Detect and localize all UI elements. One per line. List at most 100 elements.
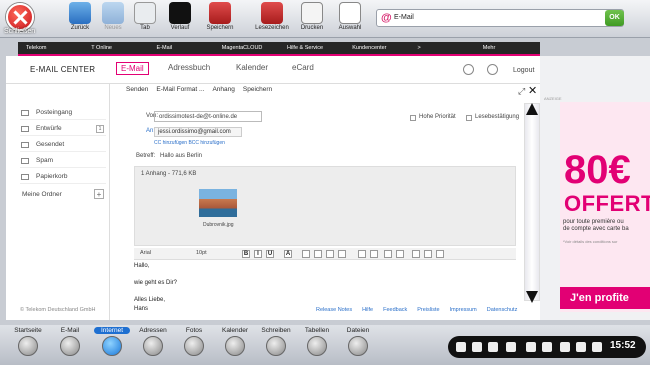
tab-email[interactable]: E-Mail — [116, 62, 149, 75]
battery-icon[interactable] — [488, 342, 498, 352]
save-button[interactable]: Speichern — [200, 2, 240, 36]
scroll-up-icon[interactable] — [526, 103, 538, 115]
lifebuoy-icon[interactable] — [592, 342, 602, 352]
taskbar-internet[interactable]: Internet — [94, 327, 130, 356]
taskbar-addresses[interactable]: Adressen — [135, 327, 171, 356]
nav-item[interactable]: Kundencenter — [344, 45, 409, 51]
receipt-label: Lesebestätigung — [475, 114, 520, 120]
attach-button[interactable]: Anhang — [212, 86, 234, 93]
text-color-button[interactable]: A — [284, 250, 292, 258]
scrollbar-track[interactable] — [524, 103, 540, 301]
save-draft-button[interactable]: Speichern — [243, 86, 272, 93]
format-button[interactable]: E-Mail Format ... — [156, 86, 204, 93]
justify-button[interactable] — [338, 250, 346, 258]
nav-item[interactable]: MagentaCLOUD — [214, 45, 279, 51]
footer-link[interactable]: Datenschutz — [487, 307, 518, 313]
bookmarks-button[interactable]: Lesezeichen — [252, 2, 292, 36]
undo-icon[interactable] — [560, 342, 570, 352]
attachment-thumbnail[interactable] — [199, 189, 237, 217]
footer-link[interactable]: Feedback — [383, 307, 407, 313]
taskbar-email[interactable]: E-Mail — [52, 327, 88, 356]
logout-link[interactable]: Logout — [513, 67, 534, 74]
scroll-down-icon[interactable] — [526, 291, 538, 303]
align-right-button[interactable] — [326, 250, 334, 258]
bullet-list-button[interactable] — [370, 250, 378, 258]
tab-ecard[interactable]: eCard — [292, 63, 314, 72]
nav-item[interactable]: E-Mail — [149, 45, 214, 51]
email-header: E-MAIL CENTER E-Mail Adressbuch Kalender… — [6, 56, 540, 84]
tools-icon[interactable] — [456, 342, 466, 352]
add-folder-button[interactable]: + — [94, 189, 104, 199]
volume-mute-icon[interactable] — [506, 342, 516, 352]
expand-icon[interactable]: ⤢ — [518, 86, 525, 97]
taskbar-write[interactable]: Schreiben — [258, 327, 294, 356]
clear-format-button[interactable] — [436, 250, 444, 258]
send-button[interactable]: Senden — [126, 86, 148, 93]
tab-calendar[interactable]: Kalender — [236, 63, 268, 72]
nav-item[interactable]: T Online — [83, 45, 148, 51]
close-icon[interactable] — [6, 3, 34, 31]
sidebar-item-drafts[interactable]: Entwürfe 1 — [20, 122, 106, 136]
trash-icon[interactable] — [576, 342, 586, 352]
new-tab-button[interactable]: Tab — [125, 2, 165, 36]
tab-addressbook[interactable]: Adressbuch — [168, 63, 210, 72]
message-body[interactable]: Hallo, wie geht es Dir? Alles Liebe, Han… — [134, 262, 177, 314]
nav-item[interactable]: > — [410, 45, 475, 51]
ad-cta-button[interactable]: J'en profite — [560, 287, 650, 309]
emoji-button[interactable] — [412, 250, 420, 258]
sidebar-item-spam[interactable]: Spam — [20, 154, 106, 168]
outdent-button[interactable] — [384, 250, 392, 258]
sidebar-item-trash[interactable]: Papierkorb — [20, 170, 106, 184]
sidebar-item-sent[interactable]: Gesendet — [20, 138, 106, 152]
italic-button[interactable]: I — [254, 250, 262, 258]
priority-checkbox[interactable] — [410, 115, 416, 121]
ad-amount: 80€ — [564, 148, 631, 192]
print-button[interactable]: Drucken — [292, 2, 332, 36]
address-bar[interactable]: @ E-Mail — [376, 9, 624, 27]
taskbar-files[interactable]: Dateien — [340, 327, 376, 356]
size-select[interactable]: 10pt — [196, 250, 207, 256]
nav-item[interactable]: Telekom — [18, 45, 83, 51]
recipient-chip[interactable]: jessi.ordissimo@gmail.com — [154, 127, 242, 137]
image-button[interactable] — [424, 250, 432, 258]
from-select[interactable]: ordissimotest-de@t-online.de — [154, 111, 262, 122]
selection-button[interactable]: Auswahl — [330, 2, 370, 36]
sidebar-item-inbox[interactable]: Posteingang — [20, 106, 106, 120]
nav-item[interactable]: Mehr — [475, 45, 540, 51]
receipt-checkbox[interactable] — [466, 115, 472, 121]
history-button[interactable]: Verlauf — [160, 2, 200, 36]
sent-icon — [21, 142, 29, 148]
taskbar-tables[interactable]: Tabellen — [299, 327, 335, 356]
priority-label: Hohe Priorität — [419, 114, 456, 120]
bold-button[interactable]: B — [242, 250, 250, 258]
underline-button[interactable]: U — [266, 250, 274, 258]
close-compose-icon[interactable]: ✕ — [528, 84, 537, 97]
taskbar-photos[interactable]: Fotos — [176, 327, 212, 356]
align-left-button[interactable] — [302, 250, 310, 258]
footer-link[interactable]: Release Notes — [316, 307, 352, 313]
inbox-icon — [21, 110, 29, 116]
contacts-icon — [143, 336, 163, 356]
gear-icon[interactable] — [463, 64, 474, 75]
minus-icon[interactable] — [526, 342, 536, 352]
user-icon[interactable] — [487, 64, 498, 75]
cc-bcc-links[interactable]: CC hinzufügen BCC hinzufügen — [154, 140, 225, 146]
camera-icon — [184, 336, 204, 356]
wifi-icon[interactable] — [472, 342, 482, 352]
plus-icon[interactable] — [542, 342, 552, 352]
align-center-button[interactable] — [314, 250, 322, 258]
footer-link[interactable]: Impressum — [450, 307, 477, 313]
taskbar-calendar[interactable]: Kalender — [217, 327, 253, 356]
footer-link[interactable]: Hilfe — [362, 307, 373, 313]
address-text: E-Mail — [394, 14, 414, 21]
taskbar-home[interactable]: Startseite — [10, 327, 46, 356]
subject-field[interactable]: Hallo aus Berlin — [160, 153, 202, 159]
font-select[interactable]: Arial — [140, 250, 151, 256]
sidebar-my-folders[interactable]: Meine Ordner + — [20, 188, 106, 202]
numbered-list-button[interactable] — [358, 250, 366, 258]
footer-link[interactable]: Preisliste — [417, 307, 439, 313]
go-button[interactable]: OK — [605, 10, 624, 26]
ad-banner[interactable]: 80€ OFFERT pour toute première ou de comp… — [560, 102, 650, 312]
nav-item[interactable]: Hilfe & Service — [279, 45, 344, 51]
indent-button[interactable] — [396, 250, 404, 258]
